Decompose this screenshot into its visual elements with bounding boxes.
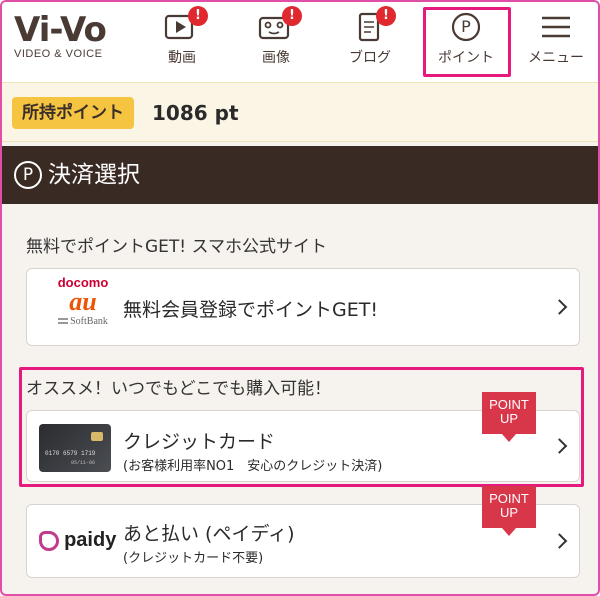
ribbon-line-1: POINT	[489, 491, 529, 506]
chevron-right-icon	[551, 299, 568, 315]
chevron-right-icon	[551, 438, 568, 454]
paidy-title: あと払い (ペイディ)	[123, 523, 295, 545]
header: Vi-Vo VIDEO & VOICE ! 動画 ! 画像 ! ブログ P ポイ…	[2, 2, 598, 82]
nav-item-video[interactable]: ! 動画	[142, 6, 222, 72]
app-frame: Vi-Vo VIDEO & VOICE ! 動画 ! 画像 ! ブログ P ポイ…	[0, 0, 600, 596]
notification-badge: !	[376, 6, 396, 26]
ribbon-line-1: POINT	[489, 397, 529, 412]
nav-highlight-box	[423, 7, 511, 77]
section-title-bar: P 決済選択	[2, 146, 598, 204]
nav-label: メニュー	[528, 50, 584, 66]
video-icon: !	[162, 6, 208, 44]
notification-badge: !	[282, 6, 302, 26]
paidy-subtitle: (クレジットカード不要)	[123, 551, 264, 566]
points-value: 1086 pt	[152, 101, 239, 125]
free-registration-title: 無料会員登録でポイントGET!	[123, 299, 378, 321]
nav-item-image[interactable]: ! 画像	[236, 6, 316, 72]
credit-card-image: 0170 6579 1719 05/11-06	[39, 424, 111, 472]
softbank-stripes-icon	[58, 318, 69, 324]
carrier-logos: docomo au SoftBank	[41, 275, 125, 339]
blog-icon: !	[350, 6, 396, 44]
logo-main: Vi-Vo	[14, 10, 107, 50]
page-title: 決済選択	[48, 162, 140, 188]
card-expiry: 05/11-06	[71, 460, 96, 466]
hamburger-menu-icon	[536, 10, 576, 44]
paidy-heart-icon	[39, 530, 59, 551]
recommend-heading: オススメ！いつでもどこでも購入可能！	[26, 379, 332, 399]
point-circle-icon: P	[14, 161, 42, 189]
nav-item-blog[interactable]: ! ブログ	[330, 6, 410, 72]
logo[interactable]: Vi-Vo VIDEO & VOICE	[14, 10, 107, 60]
point-up-ribbon: POINT UP	[482, 486, 536, 536]
free-registration-card[interactable]: docomo au SoftBank 無料会員登録でポイントGET!	[26, 268, 580, 346]
points-bar: 所持ポイント 1086 pt	[2, 82, 598, 142]
chevron-right-icon	[551, 533, 568, 549]
au-logo: au	[69, 287, 97, 316]
paidy-logo: paidy	[39, 529, 116, 555]
paidy-logo-text: paidy	[64, 529, 117, 551]
nav-item-menu[interactable]: メニュー	[516, 8, 596, 72]
credit-card-subtitle: (お客様利用率NO1 安心のクレジット決済)	[123, 459, 383, 474]
credit-card-title: クレジットカード	[123, 431, 276, 453]
softbank-logo: SoftBank	[41, 314, 125, 330]
point-up-ribbon: POINT UP	[482, 392, 536, 442]
nav-label: 動画	[168, 50, 196, 66]
card-number: 0170 6579 1719	[45, 450, 96, 457]
ribbon-line-2: UP	[499, 411, 519, 426]
image-icon: !	[256, 6, 302, 44]
softbank-logo-text: SoftBank	[70, 316, 108, 327]
free-section-heading: 無料でポイントGET! スマホ公式サイト	[26, 237, 328, 257]
card-chip-icon	[91, 432, 103, 441]
notification-badge: !	[188, 6, 208, 26]
ribbon-line-2: UP	[499, 505, 519, 520]
nav-label: 画像	[262, 50, 290, 66]
points-label: 所持ポイント	[12, 97, 134, 129]
nav-label: ブログ	[349, 50, 391, 66]
logo-sub: VIDEO & VOICE	[14, 48, 103, 60]
